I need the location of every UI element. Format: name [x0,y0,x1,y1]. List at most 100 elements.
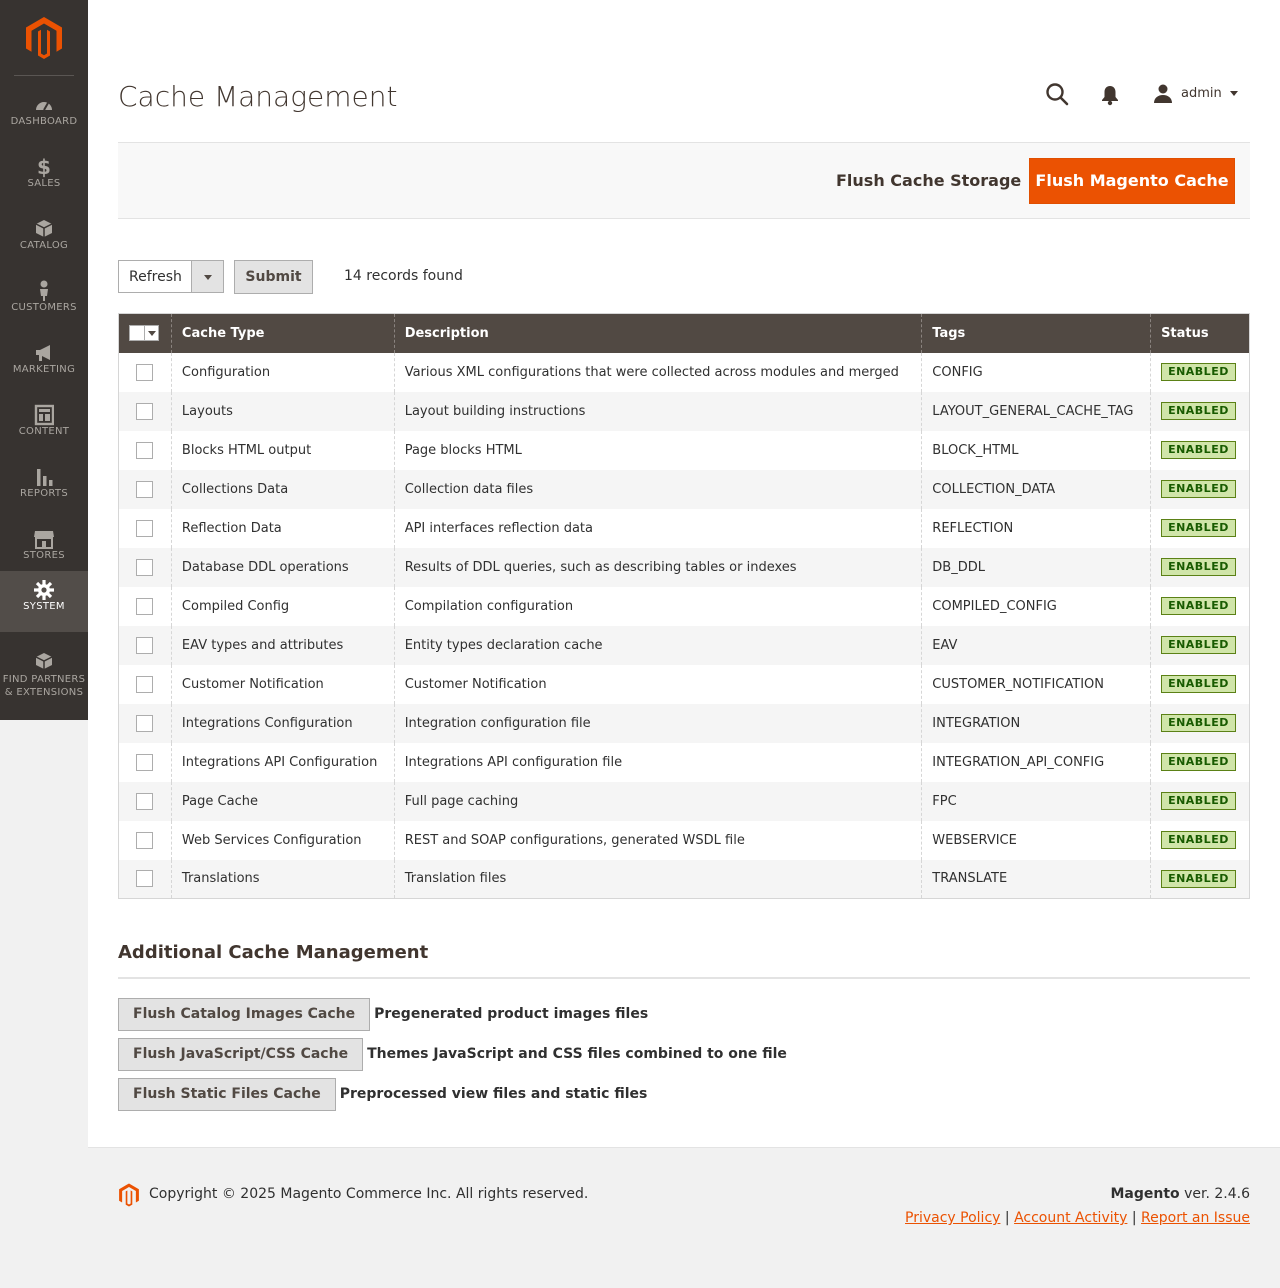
privacy-policy-link[interactable]: Privacy Policy [905,1210,1000,1226]
description-cell: Page blocks HTML [393,430,922,470]
mass-action-select[interactable]: Refresh [118,260,224,293]
chevron-down-icon [1229,90,1238,96]
sidebar-item-system[interactable]: SYSTEM [0,571,88,632]
row-select-cell [119,821,172,860]
user-menu[interactable]: admin [1153,80,1238,106]
row-checkbox[interactable] [136,363,154,381]
bell-icon[interactable] [1100,84,1120,106]
status-cell: ENABLED [1150,859,1250,899]
table-row[interactable]: Reflection Data API interfaces reflection… [119,508,1250,548]
table-row[interactable]: Collections Data Collection data files COL… [118,469,1250,509]
table-row[interactable]: Web Services Configuration REST and SOAP … [119,820,1250,860]
table-row[interactable]: Integrations API Configuration Integratio… [119,742,1250,782]
cache-type-cell: Blocks HTML output [170,430,395,470]
description-cell: Various XML configurations that were col… [393,352,922,392]
row-checkbox[interactable] [136,558,154,576]
table-row[interactable]: Page Cache Full page caching FPC ENABLED [118,781,1250,821]
report-issue-link[interactable]: Report an Issue [1141,1210,1250,1226]
row-select-cell [118,469,172,509]
row-select-cell [118,859,172,899]
flush-cache-storage-button[interactable]: Flush Cache Storage [836,171,1021,190]
table-row[interactable]: Translations Translation files TRANSLATE EN… [118,859,1250,899]
cache-type-cell: Customer Notification [170,664,395,704]
tags-cell: INTEGRATION_API_CONFIG [921,742,1151,782]
table-row[interactable]: Integrations Configuration Integration co… [118,703,1250,743]
sidebar-item-label: SALES [27,178,61,189]
cache-grid: Cache Type Description Tags Status Confi… [118,313,1250,899]
status-cell: ENABLED [1150,742,1250,782]
row-checkbox[interactable] [136,714,154,732]
sidebar-item-marketing[interactable]: MARKETING [0,334,88,396]
mass-select-header[interactable] [118,313,172,353]
column-header-status[interactable]: Status [1150,313,1250,353]
row-checkbox[interactable] [136,831,154,849]
description-cell: Entity types declaration cache [393,625,922,665]
main-content: Cache Management admin Flush Cache Stora… [88,0,1280,1147]
table-row[interactable]: Configuration Various XML configurations … [119,352,1250,392]
sidebar-item-find-partners[interactable]: FIND PARTNERS & EXTENSIONS [0,644,88,706]
tags-cell: EAV [921,625,1151,665]
gear-icon [34,580,54,600]
dollar-icon: $ [37,156,51,178]
boxes-icon [35,653,53,669]
table-row[interactable]: Database DDL operations Results of DDL qu… [118,547,1250,587]
table-row[interactable]: Blocks HTML output Page blocks HTML BLOCK_… [119,430,1250,470]
row-checkbox[interactable] [136,597,154,615]
row-checkbox[interactable] [136,753,154,771]
megaphone-icon [36,345,50,361]
cache-type-cell: Integrations Configuration [170,703,395,743]
row-checkbox[interactable] [136,870,154,888]
additional-cache-row: Flush Static Files Cache Preprocessed vi… [118,1077,647,1111]
account-activity-link[interactable]: Account Activity [1014,1210,1127,1226]
additional-cache-row: Flush Catalog Images Cache Pregenerated … [118,997,648,1031]
row-checkbox[interactable] [136,519,154,537]
svg-text:$: $ [37,156,51,178]
table-row[interactable]: Compiled Config Compilation configuration… [119,586,1250,626]
row-select-cell [119,665,172,704]
status-cell: ENABLED [1150,508,1250,548]
row-select-cell [119,587,172,626]
grid-header-row: Cache Type Description Tags Status [118,313,1250,353]
table-row[interactable]: Customer Notification Customer Notificati… [119,664,1250,704]
chevron-down-icon[interactable] [191,261,223,292]
row-checkbox[interactable] [136,480,154,498]
magento-logo[interactable] [24,17,64,59]
row-checkbox[interactable] [136,441,154,459]
flush-catalog-images-button[interactable]: Flush Catalog Images Cache [118,997,371,1031]
flush-js-css-button[interactable]: Flush JavaScript/CSS Cache [118,1037,364,1071]
sidebar-item-catalog[interactable]: CATALOG [0,210,88,272]
version-info: Magento ver. 2.4.6 [1110,1186,1250,1202]
sidebar-item-sales[interactable]: $ SALES [0,148,88,210]
page-actions: Flush Cache Storage Flush Magento Cache [118,142,1250,219]
flush-magento-cache-button[interactable]: Flush Magento Cache [1029,158,1235,204]
flush-static-files-button[interactable]: Flush Static Files Cache [118,1077,336,1111]
status-badge: ENABLED [1161,636,1236,654]
search-icon[interactable] [1045,82,1069,106]
column-header-cache-type[interactable]: Cache Type [170,313,395,353]
description-cell: Results of DDL queries, such as describi… [393,547,922,587]
sidebar-item-label: STORES [23,550,65,561]
submit-button[interactable]: Submit [234,260,313,294]
status-cell: ENABLED [1150,625,1250,665]
row-checkbox[interactable] [136,792,154,810]
table-row[interactable]: Layouts Layout building instructions LAYOU… [118,391,1250,431]
row-select-cell [118,391,172,431]
row-select-cell [118,703,172,743]
sidebar-item-customers[interactable]: CUSTOMERS [0,272,88,334]
sidebar-item-content[interactable]: CONTENT [0,396,88,458]
row-checkbox[interactable] [136,675,154,693]
mass-select-checkbox[interactable] [129,325,159,342]
status-badge: ENABLED [1161,869,1236,888]
sidebar-item-dashboard[interactable]: DASHBOARD [0,86,88,148]
row-checkbox[interactable] [136,402,154,420]
cache-type-cell: Reflection Data [170,508,395,548]
cache-type-cell: EAV types and attributes [170,625,395,665]
row-select-cell [119,743,172,782]
column-header-tags[interactable]: Tags [921,313,1151,353]
table-row[interactable]: EAV types and attributes Entity types dec… [118,625,1250,665]
sidebar-item-label: CUSTOMERS [11,302,77,313]
row-select-cell [118,781,172,821]
sidebar-item-reports[interactable]: REPORTS [0,458,88,520]
row-checkbox[interactable] [136,636,154,654]
column-header-description[interactable]: Description [393,313,922,353]
